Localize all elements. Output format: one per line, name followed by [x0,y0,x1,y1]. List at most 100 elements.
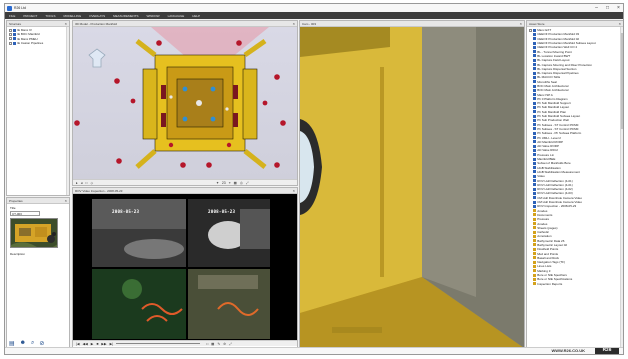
asset-thumbnail[interactable] [10,218,58,248]
camera-feed-4[interactable] [187,268,271,340]
tool-8-icon[interactable]: ⤢ [246,181,249,185]
folder-icon [533,277,536,281]
menu-window[interactable]: WINDOW [142,14,163,18]
folder-icon [533,252,536,256]
asset-icon [533,118,536,122]
zoom-value: 23 [221,180,226,185]
camera-feed-1[interactable]: 2008-05-23 [91,198,187,268]
camera-view-panel: Cam - 003 × [299,20,525,349]
fast-forward-icon[interactable]: ▶▶ [101,342,106,346]
folder-icon [533,256,536,260]
expand-icon[interactable] [9,37,12,41]
asset-store-header: Asset Store × [527,21,623,27]
video-tool-0-icon[interactable]: □ [206,342,208,346]
menu-file[interactable]: FILE [5,14,19,18]
menu-bar: FILE PROJECT TOOLS MODELLING OVERLAYS ME… [5,12,623,19]
camera-viewport[interactable] [300,27,524,348]
close-panel-icon[interactable]: × [293,21,295,26]
expand-icon[interactable] [9,28,12,32]
folder-icon [533,239,536,243]
video-tool-2-icon[interactable]: ✎ [217,342,220,346]
close-panel-icon[interactable]: × [65,198,67,203]
asset-item[interactable]: Inspection Reports [533,282,622,286]
website-url[interactable]: WWW.R26.CO.UK [551,348,585,353]
play-icon[interactable]: ▶ [91,342,94,346]
folder-icon [13,32,16,36]
folder-icon [533,226,536,230]
tool-3-icon[interactable]: ◇ [90,181,93,185]
asset-icon [533,179,536,183]
menu-measurements[interactable]: MEASUREMENTS [109,14,142,18]
skip-back-icon[interactable]: |◀ [76,342,80,346]
maximize-icon[interactable]: □ [602,4,613,12]
minimize-icon[interactable]: – [591,4,602,12]
tree-item[interactable]: IE Casion Pipelines [9,41,67,45]
menu-modelling[interactable]: MODELLING [59,14,85,18]
brand-logo: R26 [595,347,619,354]
menu-help[interactable]: HELP [188,14,204,18]
close-panel-icon[interactable]: × [619,21,621,26]
tool-2-icon[interactable]: □ [85,181,87,185]
asset-scrollbar[interactable] [620,27,623,348]
tool-7-icon[interactable]: ◎ [240,181,243,185]
asset-icon [533,88,536,92]
asset-icon [533,114,536,118]
video-tool-1-icon[interactable]: ▦ [211,342,214,346]
tool-4-icon[interactable]: ✦ [216,181,219,185]
video-tool-3-icon[interactable]: ⊘ [223,342,226,346]
title-field[interactable]: CT-003 [10,211,40,216]
close-panel-icon[interactable]: × [520,21,522,26]
video-panel-title: ROV Video Inspection - 2008-05-23 [75,188,123,193]
video-progress-track[interactable] [116,343,201,344]
camera-feed-4-image [188,269,270,339]
expand-icon[interactable] [529,28,532,32]
menu-overlays[interactable]: OVERLAYS [85,14,109,18]
users-icon[interactable]: ☻ [20,340,26,347]
asset-icon [533,136,536,140]
rewind-icon[interactable]: ◀◀ [83,342,88,346]
expand-icon[interactable] [9,32,12,36]
asset-icon [533,101,536,105]
subsea-camera-image [300,27,524,348]
model-viewport[interactable] [73,27,297,179]
asset-icon [533,110,536,114]
asset-icon [533,75,536,79]
tool-5-icon[interactable]: ⌖ [229,181,231,185]
tool-6-icon[interactable]: ▦ [234,181,237,185]
folder-icon [533,264,536,268]
search-icon[interactable]: ⌕ [31,340,34,347]
structure-scrollbar[interactable] [66,27,69,195]
video-tool-4-icon[interactable]: ⤢ [229,342,232,346]
menu-tools[interactable]: TOOLS [41,14,59,18]
status-bar: WWW.R26.CO.UK R26 [5,347,623,354]
menu-language[interactable]: LANGUAGE [164,14,189,18]
asset-icon [533,157,536,161]
asset-icon [533,183,536,187]
close-panel-icon[interactable]: × [65,21,67,26]
stop-icon[interactable]: ■ [96,342,98,346]
properties-panel-title: Properties [9,198,23,203]
asset-icon [533,196,536,200]
expand-thumbnail-icon[interactable] [52,232,56,236]
skip-forward-icon[interactable]: ▶| [110,342,114,346]
folder-icon [13,28,16,32]
folder-icon [533,222,536,225]
title-label: Title [10,206,16,210]
close-icon[interactable]: × [613,4,623,12]
expand-icon[interactable] [9,41,12,45]
video-viewport[interactable]: 2008-05-23 2008-05-23 [73,194,297,340]
menu-project[interactable]: PROJECT [19,14,41,18]
tool-0-icon[interactable]: ▸ [76,181,78,185]
structure-panel: Structure × IE Manx IV IE BOC Manifold I… [6,20,70,196]
tool-1-icon[interactable]: ◂ [81,181,83,185]
document-icon[interactable]: ▤ [9,340,15,347]
attachment-icon[interactable]: ⊘ [39,340,44,347]
structure-panel-title: Structure [9,21,22,26]
camera-feed-3[interactable] [91,268,187,340]
asset-icon [533,54,536,58]
model-view-title: 3D Model - Production Manifold [75,21,118,26]
camera-feed-2[interactable]: 2008-05-23 [187,198,271,268]
close-panel-icon[interactable]: × [293,188,295,193]
asset-scroll-thumb[interactable] [620,33,623,129]
title-bar: R26 Ltd – □ × [5,4,623,12]
